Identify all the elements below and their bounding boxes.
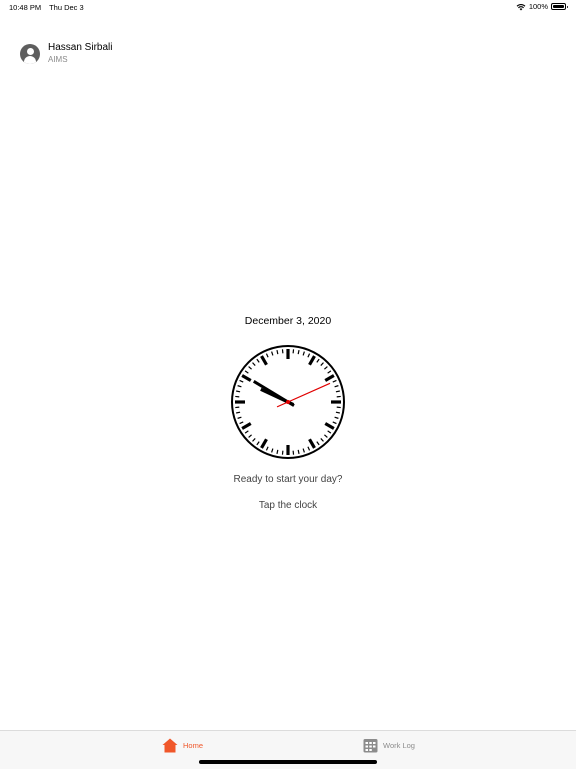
- home-indicator: [199, 760, 377, 764]
- status-time: 10:48 PM: [9, 3, 41, 12]
- clock-center: [286, 400, 290, 404]
- tab-home-label: Home: [183, 741, 203, 750]
- user-organization: AIMS: [48, 54, 112, 66]
- clock-face[interactable]: [230, 344, 346, 460]
- clock[interactable]: [230, 344, 346, 460]
- current-date: December 3, 2020: [0, 315, 576, 327]
- battery-percent: 100%: [529, 2, 548, 11]
- home-icon: [162, 738, 178, 753]
- ready-prompt: Ready to start your day?: [0, 474, 576, 485]
- minute-tick: [277, 350, 278, 354]
- minute-tick: [236, 412, 240, 413]
- battery-icon: [551, 3, 566, 10]
- status-right: 100%: [516, 2, 566, 11]
- tab-work-log-label: Work Log: [383, 741, 415, 750]
- status-bar: 10:48 PM Thu Dec 3 100%: [0, 0, 576, 14]
- user-card[interactable]: Hassan Sirbali AIMS: [20, 42, 112, 66]
- minute-tick: [336, 391, 340, 392]
- avatar-icon: [20, 44, 40, 64]
- minute-tick: [298, 450, 299, 454]
- tab-home[interactable]: Home: [162, 738, 203, 753]
- tab-work-log[interactable]: Work Log: [363, 738, 415, 753]
- status-date: Thu Dec 3: [49, 3, 84, 12]
- minute-tick: [336, 412, 340, 413]
- minute-tick: [236, 391, 240, 392]
- user-text: Hassan Sirbali AIMS: [48, 42, 112, 66]
- battery-fill: [553, 5, 564, 8]
- wifi-icon: [516, 3, 526, 11]
- user-name: Hassan Sirbali: [48, 42, 112, 54]
- minute-tick: [277, 450, 278, 454]
- worklog-icon: [363, 738, 378, 753]
- status-left: 10:48 PM Thu Dec 3: [9, 3, 90, 12]
- minute-tick: [298, 350, 299, 354]
- tap-clock-link[interactable]: Tap the clock: [0, 500, 576, 511]
